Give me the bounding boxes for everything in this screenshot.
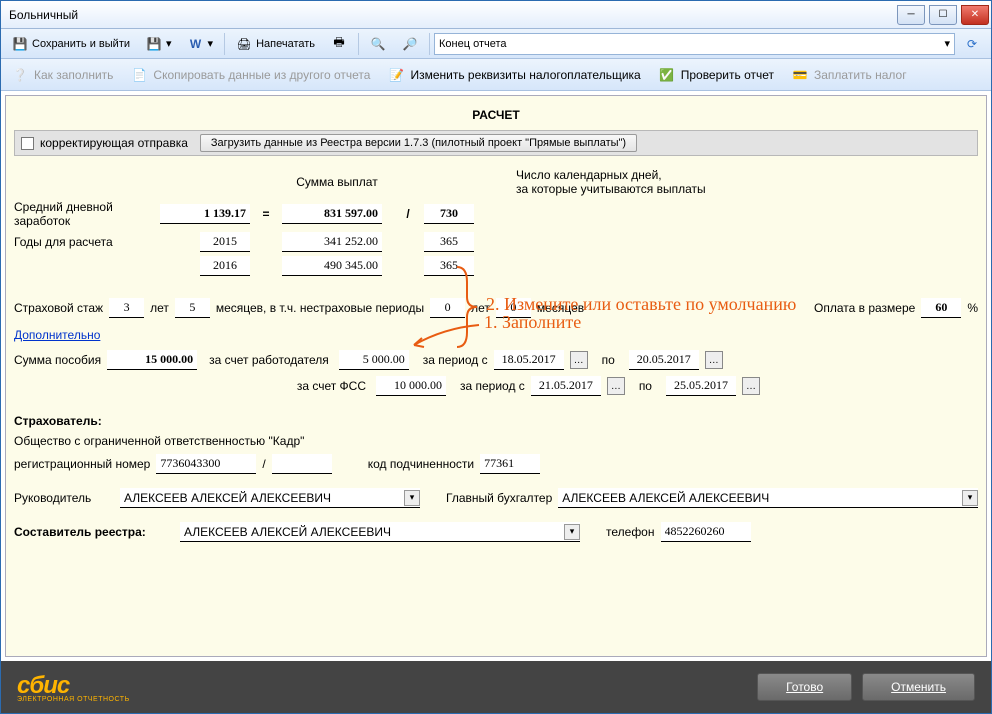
refresh-button[interactable]: ⟳ [957, 32, 987, 56]
total-sum[interactable] [282, 204, 382, 224]
chevron-down-icon: ▾ [944, 37, 950, 50]
phone-field[interactable] [661, 522, 751, 542]
total-days[interactable] [424, 204, 474, 224]
save-icon-button[interactable]: 💾▾ [139, 32, 179, 56]
panel-title: РАСЧЕТ [14, 104, 978, 130]
calendar-button[interactable]: … [570, 351, 588, 369]
close-button[interactable]: ✕ [961, 5, 989, 25]
pay-icon: 💳 [792, 67, 808, 83]
correction-checkbox-label[interactable]: корректирующая отправка [21, 136, 188, 150]
main-panel: РАСЧЕТ корректирующая отправка Загрузить… [5, 95, 987, 657]
save-exit-button[interactable]: 💾 Сохранить и выйти [5, 32, 137, 56]
copy-data-button[interactable]: 📄 Скопировать данные из другого отчета [124, 62, 377, 88]
how-fill-button[interactable]: ❔ Как заполнить [5, 62, 120, 88]
title-bar: Больничный ─ ☐ ✕ [1, 1, 991, 29]
nonins-months[interactable] [496, 298, 531, 318]
maximize-button[interactable]: ☐ [929, 5, 957, 25]
org-name: Общество с ограниченной ответственностью… [14, 434, 304, 448]
stazh-label: Страховой стаж [14, 301, 103, 315]
zoom-in-icon: 🔍 [370, 36, 386, 52]
pay-tax-button[interactable]: 💳 Заплатить налог [785, 62, 914, 88]
load-registry-button[interactable]: Загрузить данные из Реестра версии 1.7.3… [200, 134, 637, 152]
compiler-combo[interactable]: ▾ [180, 522, 580, 542]
fss-date-to[interactable] [666, 376, 736, 396]
pay-size-label: Оплата в размере [814, 301, 915, 315]
year1[interactable] [200, 232, 250, 252]
additional-link[interactable]: Дополнительно [14, 328, 100, 342]
director-combo[interactable]: ▾ [120, 488, 420, 508]
word-icon: W [188, 36, 204, 52]
calendar-button[interactable]: … [742, 377, 760, 395]
zoom-out-icon: 🔎 [402, 36, 418, 52]
stazh-months[interactable] [175, 298, 210, 318]
edit-requisites-button[interactable]: 📝 Изменить реквизиты налогоплательщика [381, 62, 647, 88]
fss-date-from[interactable] [531, 376, 601, 396]
chevron-down-icon[interactable]: ▾ [404, 490, 420, 506]
window-title: Больничный [9, 8, 78, 22]
header-sum: Сумма выплат [282, 175, 392, 189]
reg-num-suffix[interactable] [272, 454, 332, 474]
avg-daily-label: Средний дневной заработок [14, 200, 154, 228]
copy-icon: 📄 [131, 67, 147, 83]
emp-date-from[interactable] [494, 350, 564, 370]
save-exit-icon: 💾 [12, 36, 28, 52]
print-button[interactable]: 🖨 Напечатать [229, 32, 322, 56]
avg-daily-value[interactable] [160, 204, 250, 224]
ready-button[interactable]: Готово [757, 673, 852, 701]
reg-num[interactable] [156, 454, 256, 474]
print-gear-icon: 🖶 [331, 36, 347, 52]
days1[interactable] [424, 232, 474, 252]
pay-percent[interactable] [921, 298, 961, 318]
toolbar-main: 💾 Сохранить и выйти 💾▾ W▾ 🖨 Напечатать 🖶… [1, 29, 991, 59]
logo: сбис ЭЛЕКТРОННАЯ ОТЧЕТНОСТЬ [17, 672, 130, 703]
accountant-combo[interactable]: ▾ [558, 488, 978, 508]
edit-icon: 📝 [388, 67, 404, 83]
chevron-down-icon[interactable]: ▾ [962, 490, 978, 506]
year2[interactable] [200, 256, 250, 276]
toolbar-actions: ❔ Как заполнить 📄 Скопировать данные из … [1, 59, 991, 91]
sum-benefit-label: Сумма пособия [14, 353, 101, 367]
help-icon: ❔ [12, 67, 28, 83]
minimize-button[interactable]: ─ [897, 5, 925, 25]
footer-bar: сбис ЭЛЕКТРОННАЯ ОТЧЕТНОСТЬ Готово Отмен… [1, 661, 991, 713]
sum2[interactable] [282, 256, 382, 276]
header-days: Число календарных дней, за которые учиты… [516, 168, 978, 196]
zoom-out-button[interactable]: 🔎 [395, 32, 425, 56]
print-settings-button[interactable]: 🖶 [324, 32, 354, 56]
zoom-in-button[interactable]: 🔍 [363, 32, 393, 56]
disk-icon: 💾 [146, 36, 162, 52]
sum1[interactable] [282, 232, 382, 252]
correction-bar: корректирующая отправка Загрузить данные… [14, 130, 978, 156]
emp-date-to[interactable] [629, 350, 699, 370]
check-report-button[interactable]: ✅ Проверить отчет [652, 62, 781, 88]
refresh-icon: ⟳ [964, 36, 980, 52]
stazh-years[interactable] [109, 298, 144, 318]
chevron-down-icon[interactable]: ▾ [564, 524, 580, 540]
fss-sum[interactable] [376, 376, 446, 396]
cancel-button[interactable]: Отменить [862, 673, 975, 701]
calendar-button[interactable]: … [607, 377, 625, 395]
sum-benefit[interactable] [107, 350, 197, 370]
word-button[interactable]: W▾ [181, 32, 221, 56]
sub-code[interactable] [480, 454, 540, 474]
section-combo[interactable]: Конец отчета ▾ [434, 33, 955, 55]
correction-checkbox[interactable] [21, 137, 34, 150]
calendar-button[interactable]: … [705, 351, 723, 369]
check-icon: ✅ [659, 67, 675, 83]
print-icon: 🖨 [236, 36, 252, 52]
years-label: Годы для расчета [14, 235, 154, 249]
employer-sum[interactable] [339, 350, 409, 370]
insurer-label: Страхователь: [14, 414, 102, 428]
